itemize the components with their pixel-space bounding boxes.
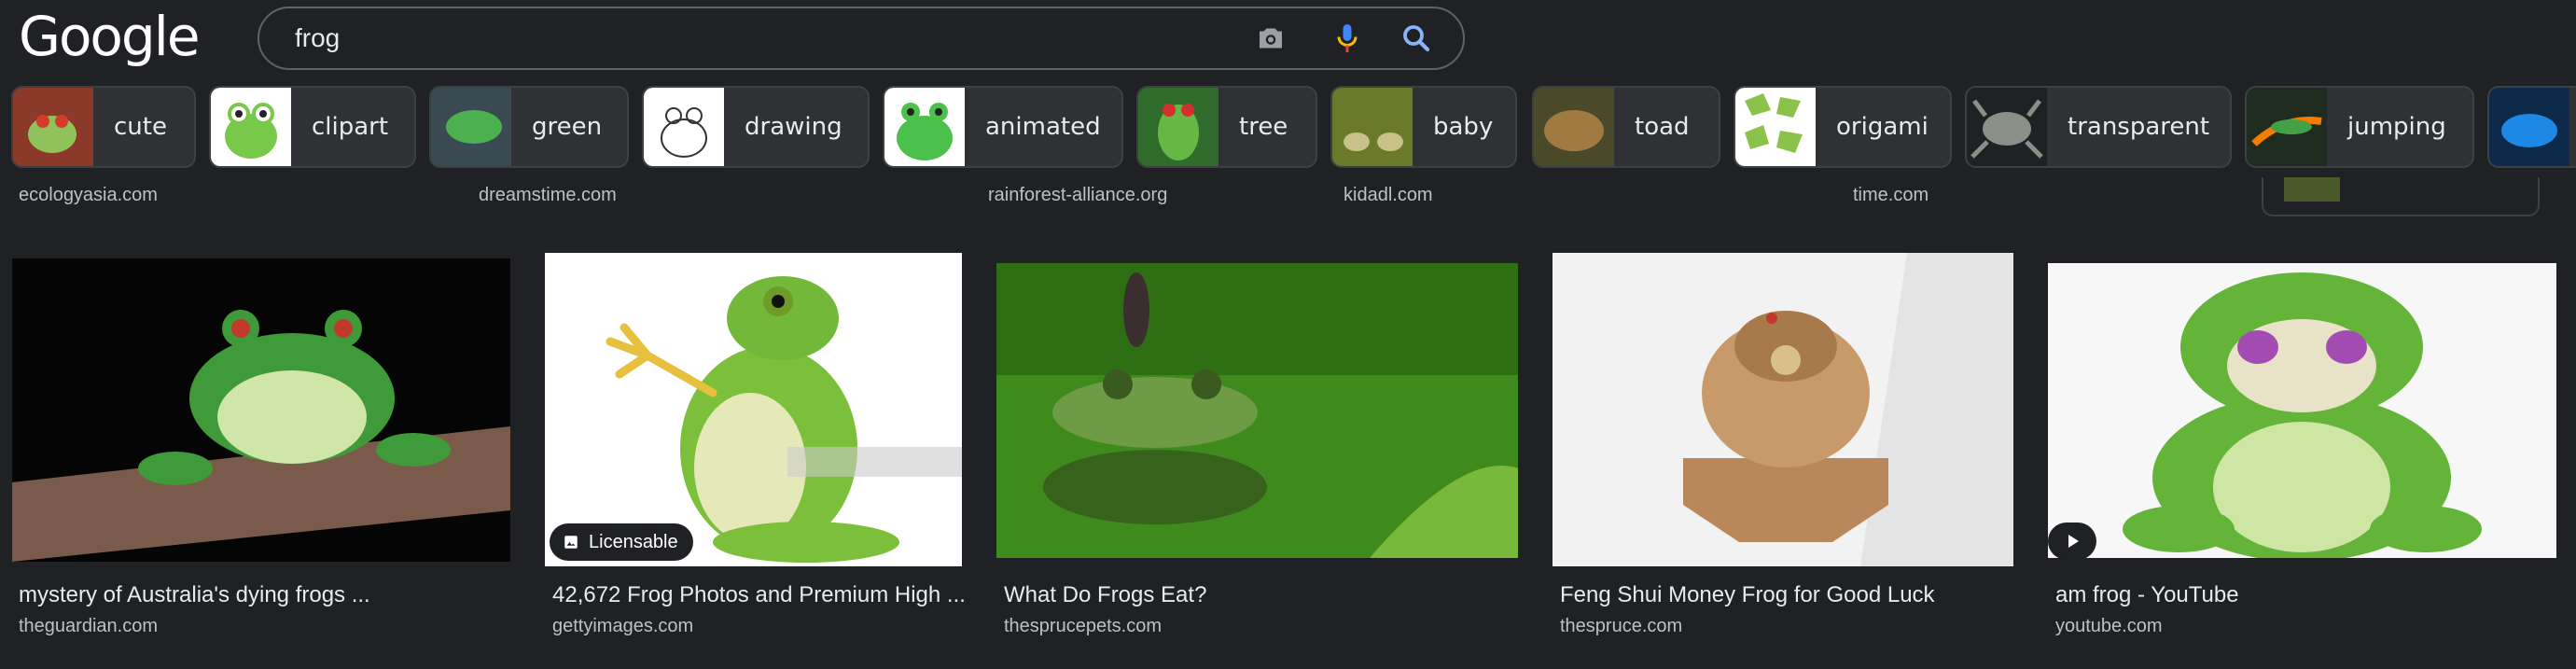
result-image[interactable] — [2048, 263, 2556, 558]
result-title[interactable]: What Do Frogs Eat? — [1004, 582, 1206, 608]
chip-label: tree — [1239, 113, 1288, 141]
chip-label: jumping — [2347, 113, 2446, 141]
camera-icon[interactable] — [1254, 21, 1288, 55]
tree-frog-thumbnail — [1138, 88, 1218, 166]
result-source[interactable]: rainforest-alliance.org — [988, 185, 1167, 206]
search-box[interactable]: frog — [258, 7, 1465, 70]
play-button[interactable] — [2048, 523, 2096, 560]
red-eyed-frog-thumbnail — [13, 88, 93, 166]
chip-drawing[interactable]: drawing — [642, 86, 870, 168]
result-title[interactable]: Feng Shui Money Frog for Good Luck — [1560, 582, 1935, 608]
licensable-badge[interactable]: Licensable — [550, 523, 693, 561]
search-icon[interactable] — [1399, 21, 1433, 55]
partial-result-thumbnail — [2284, 177, 2340, 202]
result-image[interactable] — [996, 263, 1518, 558]
result-source[interactable]: youtube.com — [2055, 616, 2163, 637]
chip-partial[interactable] — [2487, 86, 2576, 168]
chip-transparent[interactable]: transparent — [1965, 86, 2232, 168]
chip-label: drawing — [745, 113, 842, 141]
chip-toad[interactable]: toad — [1532, 86, 1720, 168]
result-source[interactable]: time.com — [1853, 185, 1929, 206]
chip-label: baby — [1433, 113, 1494, 141]
result-image[interactable] — [12, 258, 510, 562]
licensable-label: Licensable — [589, 532, 678, 552]
result-title[interactable]: 42,672 Frog Photos and Premium High ... — [552, 582, 966, 608]
image-icon — [564, 536, 578, 549]
chip-jumping[interactable]: jumping — [2245, 86, 2474, 168]
result-source[interactable]: theguardian.com — [19, 616, 158, 637]
chip-label: origami — [1836, 113, 1929, 141]
jumping-frog-thumbnail — [2247, 88, 2327, 166]
chip-label: cute — [114, 113, 167, 141]
header: Google frog cute clipart green drawing a… — [0, 0, 2576, 187]
result-source[interactable]: kidadl.com — [1344, 185, 1433, 206]
chip-cute[interactable]: cute — [11, 86, 196, 168]
result-source[interactable]: gettyimages.com — [552, 616, 693, 637]
chip-clipart[interactable]: clipart — [209, 86, 416, 168]
frog-drawing-thumbnail — [644, 88, 724, 166]
chip-label: transparent — [2068, 113, 2210, 141]
chip-label: clipart — [312, 113, 389, 141]
chip-baby[interactable]: baby — [1330, 86, 1517, 168]
search-input[interactable]: frog — [295, 8, 340, 68]
result-image[interactable] — [545, 253, 962, 566]
toad-thumbnail — [1534, 88, 1614, 166]
transparent-frog-thumbnail — [1967, 88, 2047, 166]
related-searches-bar: cute clipart green drawing animated tree… — [0, 86, 2576, 170]
chip-label: toad — [1635, 113, 1690, 141]
chip-label: animated — [985, 113, 1101, 141]
animated-frog-thumbnail — [884, 88, 965, 166]
origami-frog-thumbnail — [1735, 88, 1816, 166]
result-title[interactable]: mystery of Australia's dying frogs ... — [19, 582, 370, 608]
baby-frogs-thumbnail — [1332, 88, 1413, 166]
green-frog-thumbnail — [431, 88, 511, 166]
chip-animated[interactable]: animated — [883, 86, 1123, 168]
result-source[interactable]: thesprucepets.com — [1004, 616, 1162, 637]
result-source[interactable]: thespruce.com — [1560, 616, 1682, 637]
chip-green[interactable]: green — [429, 86, 629, 168]
cartoon-frog-thumbnail — [211, 88, 291, 166]
play-icon — [2068, 535, 2079, 548]
mic-icon[interactable] — [1330, 21, 1364, 55]
blue-frog-thumbnail — [2489, 88, 2569, 166]
result-title[interactable]: am frog - YouTube — [2055, 582, 2239, 608]
result-source[interactable]: ecologyasia.com — [19, 185, 158, 206]
result-image[interactable] — [1553, 253, 2013, 566]
chip-origami[interactable]: origami — [1734, 86, 1952, 168]
chip-label: green — [532, 113, 603, 141]
result-source[interactable]: dreamstime.com — [479, 185, 617, 206]
chip-tree[interactable]: tree — [1136, 86, 1317, 168]
partial-result-card[interactable] — [2262, 177, 2540, 216]
google-logo[interactable]: Google — [19, 4, 201, 69]
